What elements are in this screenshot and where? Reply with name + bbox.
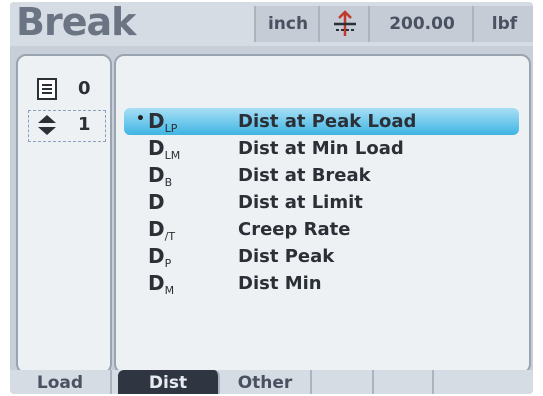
tab-load[interactable]: Load: [10, 370, 112, 394]
up-down-icon: [38, 115, 56, 135]
list-item[interactable]: DP Dist Peak: [116, 243, 529, 270]
item-label: Dist at Break: [238, 165, 371, 186]
left-panel: 0 1: [16, 54, 112, 374]
tab-other[interactable]: Other: [220, 370, 312, 394]
item-label: Dist at Peak Load: [238, 111, 417, 132]
list-item[interactable]: • DLP Dist at Peak Load: [124, 108, 519, 135]
symbol-letter: D: [148, 109, 165, 133]
position-arrow-icon: [334, 10, 356, 36]
left-row-value: 0: [78, 78, 91, 99]
list-item[interactable]: DB Dist at Break: [116, 162, 529, 189]
item-label: Dist Min: [238, 273, 322, 294]
list-item[interactable]: DM Dist Min: [116, 270, 529, 297]
document-list-icon: [37, 78, 57, 100]
item-symbol: DM: [148, 270, 174, 304]
symbol-letter: D: [148, 217, 165, 241]
symbol-letter: D: [148, 190, 165, 214]
list-item[interactable]: DLM Dist at Min Load: [116, 135, 529, 162]
main-panel: • DLP Dist at Peak Load DLM Dist at Min Load…: [114, 54, 531, 374]
tab-empty-2[interactable]: [372, 370, 434, 394]
symbol-letter: D: [148, 271, 165, 295]
force-unit-field[interactable]: lbf: [472, 6, 533, 42]
tab-empty-3[interactable]: [432, 370, 533, 394]
item-label: Dist Peak: [238, 246, 335, 267]
item-label: Dist at Min Load: [238, 138, 404, 159]
tab-dist[interactable]: Dist: [118, 370, 220, 394]
symbol-subscript: B: [164, 176, 173, 189]
symbol-letter: D: [148, 244, 165, 268]
header-bar: Break inch 200.00 lbf: [10, 2, 533, 46]
item-label: Dist at Limit: [238, 192, 363, 213]
left-row-value: 1: [78, 114, 91, 135]
option-list: • DLP Dist at Peak Load DLM Dist at Min Load…: [116, 108, 529, 297]
symbol-subscript: LM: [164, 149, 181, 162]
list-item[interactable]: D/T Creep Rate: [116, 216, 529, 243]
selection-marker: •: [136, 111, 145, 127]
left-row-list[interactable]: 0: [26, 78, 106, 102]
left-row-updown[interactable]: 1: [26, 114, 106, 138]
unit-field[interactable]: inch: [254, 6, 320, 42]
symbol-subscript: M: [164, 284, 175, 297]
page-title: Break: [16, 2, 136, 44]
value-field[interactable]: 200.00: [368, 6, 474, 42]
position-arrow-button[interactable]: [318, 6, 370, 42]
tab-empty-1[interactable]: [312, 370, 374, 394]
symbol-letter: D: [148, 136, 165, 160]
symbol-subscript: /T: [164, 230, 176, 243]
symbol-letter: D: [148, 163, 165, 187]
item-label: Creep Rate: [238, 219, 351, 240]
tab-bar: Load Dist Other: [10, 370, 533, 394]
device-screen: Break inch 200.00 lbf 0 1 • DLP Dist at …: [10, 2, 533, 394]
symbol-subscript: P: [164, 257, 172, 270]
list-item[interactable]: D Dist at Limit: [116, 189, 529, 216]
symbol-subscript: LP: [164, 122, 178, 135]
